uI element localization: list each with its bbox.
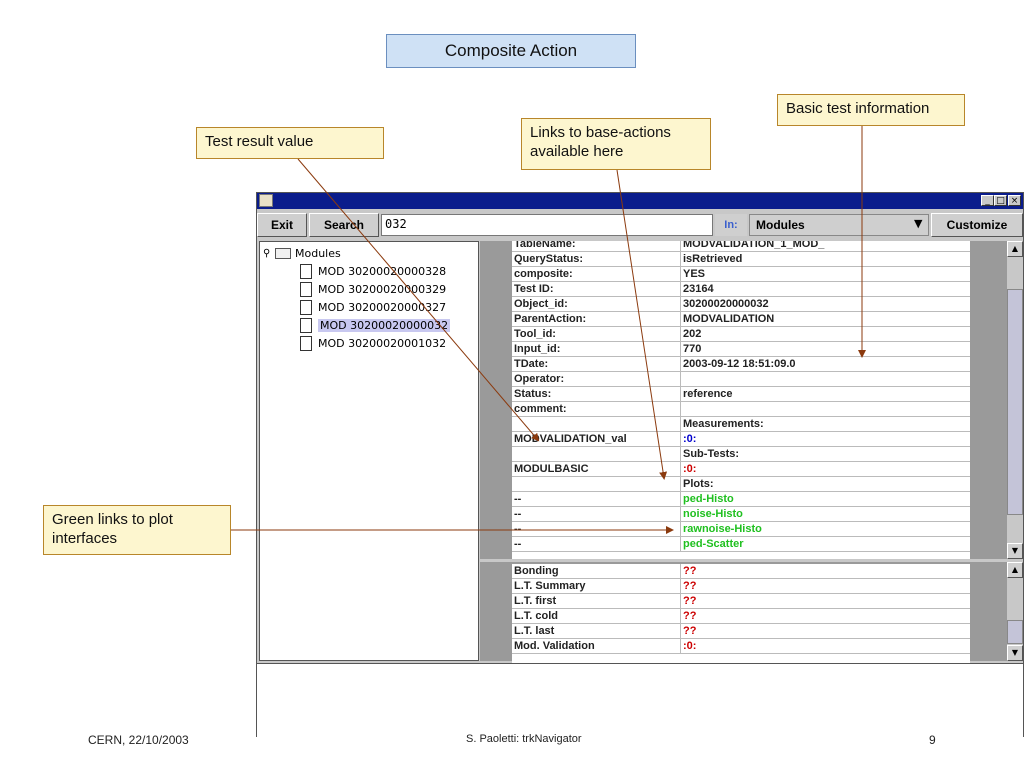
arrow-test-result	[297, 158, 540, 442]
footer-left: CERN, 22/10/2003	[88, 733, 189, 747]
page-number: 9	[929, 733, 936, 747]
footer-center: S. Paoletti: trkNavigator	[466, 733, 582, 745]
annotation-arrows	[231, 126, 866, 534]
arrow-links-base	[616, 169, 668, 480]
